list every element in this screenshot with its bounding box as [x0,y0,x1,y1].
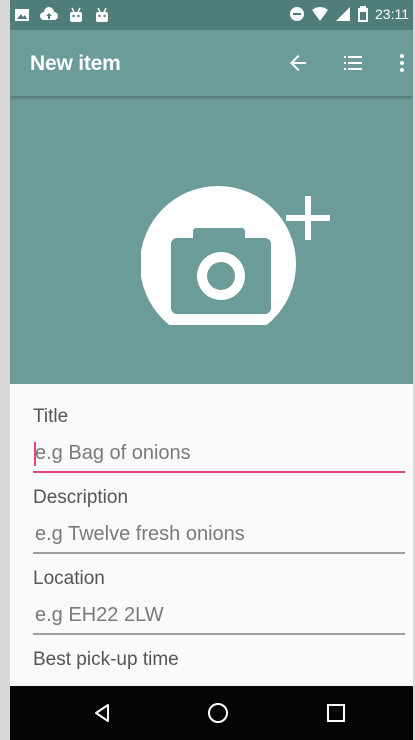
wifi-icon [312,6,328,21]
recents-nav-icon[interactable] [324,701,348,725]
title-label: Title [33,406,69,427]
home-nav-icon[interactable] [206,701,230,725]
do-not-disturb-icon [290,7,304,21]
list-icon[interactable] [341,51,365,75]
status-left-icons [14,7,110,23]
description-input[interactable]: e.g Twelve fresh onions [33,518,405,554]
add-photo-icon[interactable] [141,185,341,325]
location-input[interactable]: e.g EH22 2LW [33,599,405,635]
location-label: Location [33,568,105,589]
back-arrow-icon[interactable] [286,51,310,75]
android-icon [70,7,82,22]
status-time: 23:11 [375,6,409,22]
signal-icon [336,7,350,21]
battery-icon [358,6,368,22]
app-bar: New item [10,30,413,96]
more-vert-icon[interactable] [390,51,413,75]
title-placeholder: e.g Bag of onions [35,442,191,464]
description-label: Description [33,487,129,508]
title-input[interactable]: e.g Bag of onions [33,437,405,473]
photo-header [10,96,413,384]
item-form: Title e.g Bag of onions Description e.g … [10,384,413,686]
image-icon [15,9,29,21]
android-icon [96,7,108,22]
location-placeholder: e.g EH22 2LW [35,604,164,626]
description-placeholder: e.g Twelve fresh onions [35,523,245,545]
cloud-upload-icon [40,7,58,20]
back-nav-icon[interactable] [90,701,114,725]
text-cursor [34,442,36,466]
phone-screen: 23:11 New item Title e.g Bag of onions D… [10,0,413,740]
pickup-time-label: Best pick-up time [33,649,179,670]
page-title: New item [30,52,121,75]
status-right-icons: 23:11 [289,6,409,22]
status-bar: 23:11 [10,0,413,30]
navigation-bar [10,686,413,740]
